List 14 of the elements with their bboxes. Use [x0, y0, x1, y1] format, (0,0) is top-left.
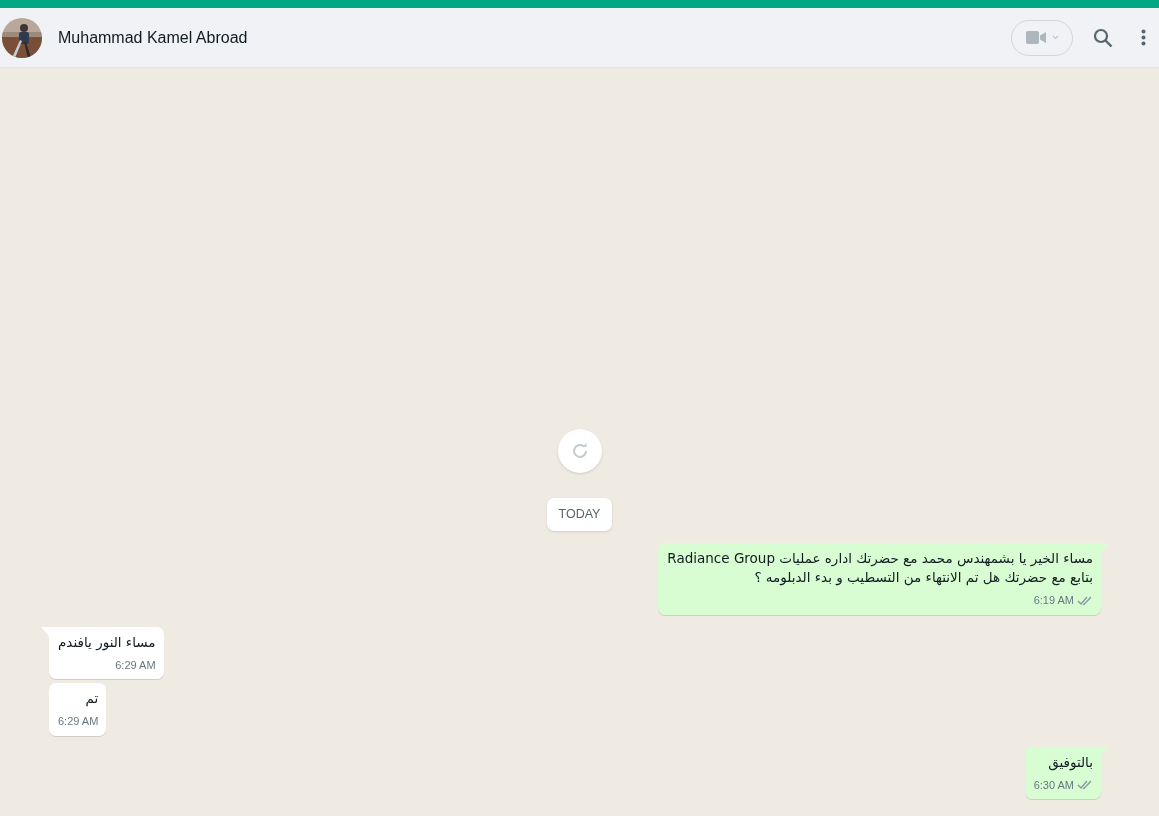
- message-time: 6:30 AM: [1033, 777, 1074, 793]
- message-time: 6:19 AM: [1033, 593, 1074, 608]
- video-camera-icon: [1025, 31, 1046, 44]
- message-text: بالتوفيق: [1048, 752, 1093, 772]
- message-text: تم: [85, 689, 99, 708]
- message-time: 6:29 AM: [58, 714, 99, 729]
- caret-icon: [1051, 35, 1059, 40]
- message-time: 6:29 AM: [115, 657, 156, 673]
- refresh-icon: [570, 442, 589, 461]
- menu-icon: [1140, 29, 1146, 46]
- search-icon: [1093, 27, 1113, 48]
- message-text: مساء النور يافندم: [58, 632, 156, 652]
- message-text: مساء الخير يا بشمهندس محمد مع حضرتك اداره عمليات Radiance Group بتابع مع حضرتك هل تم الانتهاء من التسطيب و بدء الدبلومه ؟: [667, 549, 1093, 587]
- contact-name[interactable]: Muhammad Kamel Abroad: [58, 25, 248, 50]
